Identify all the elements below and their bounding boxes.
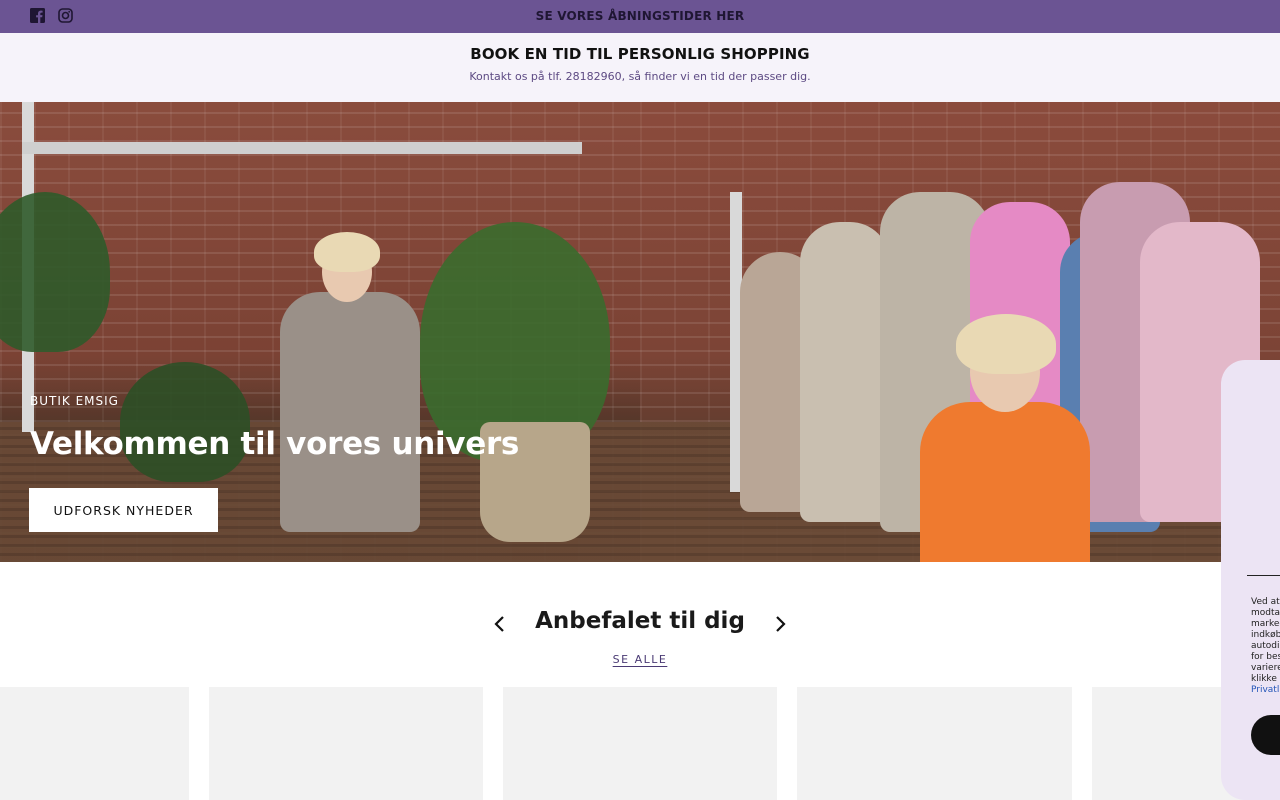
consent-line: Ved at [1251,597,1280,607]
product-card[interactable] [209,687,483,800]
consent-line: for bes [1251,652,1280,662]
see-all-link[interactable]: SE ALLE [613,653,668,666]
consent-line: indkøb [1251,630,1280,640]
divider [1247,575,1280,576]
hero-image-right [640,102,1280,562]
consent-accept-button[interactable] [1251,715,1280,755]
consent-text: Ved at modtag marked indkøb autodi for b… [1251,597,1280,696]
product-card[interactable] [0,687,189,800]
hero-eyebrow: BUTIK EMSIG [30,394,119,408]
personal-shopping-banner: BOOK EN TID TIL PERSONLIG SHOPPING Konta… [0,33,1280,102]
consent-line: modtag [1251,608,1280,618]
product-carousel [0,687,1280,800]
recommendations-title: Anbefalet til dig [535,608,745,634]
booking-title: BOOK EN TID TIL PERSONLIG SHOPPING [470,45,810,63]
cookie-consent-panel: Ved at modtag marked indkøb autodi for b… [1221,360,1280,800]
chevron-right-icon[interactable] [770,614,790,634]
see-all-container: SE ALLE [0,648,1280,667]
hero-banner: BUTIK EMSIG Velkommen til vores univers … [0,102,1280,562]
privacy-policy-link[interactable]: Privatli [1251,685,1280,696]
product-card[interactable] [797,687,1072,800]
explore-news-button[interactable]: UDFORSK NYHEDER [29,488,218,532]
announcement-bar: SE VORES ÅBNINGSTIDER HER [0,0,1280,33]
hero-heading: Velkommen til vores univers [30,426,520,462]
product-card[interactable] [503,687,777,800]
opening-hours-link[interactable]: SE VORES ÅBNINGSTIDER HER [0,9,1280,23]
consent-line: variere [1251,663,1280,673]
consent-line: klikke p [1251,674,1280,684]
consent-line: autodi [1251,641,1280,651]
consent-line: marked [1251,619,1280,629]
recommendations-header: Anbefalet til dig [0,606,1280,646]
booking-subtitle: Kontakt os på tlf. 28182960, så finder v… [469,70,811,83]
